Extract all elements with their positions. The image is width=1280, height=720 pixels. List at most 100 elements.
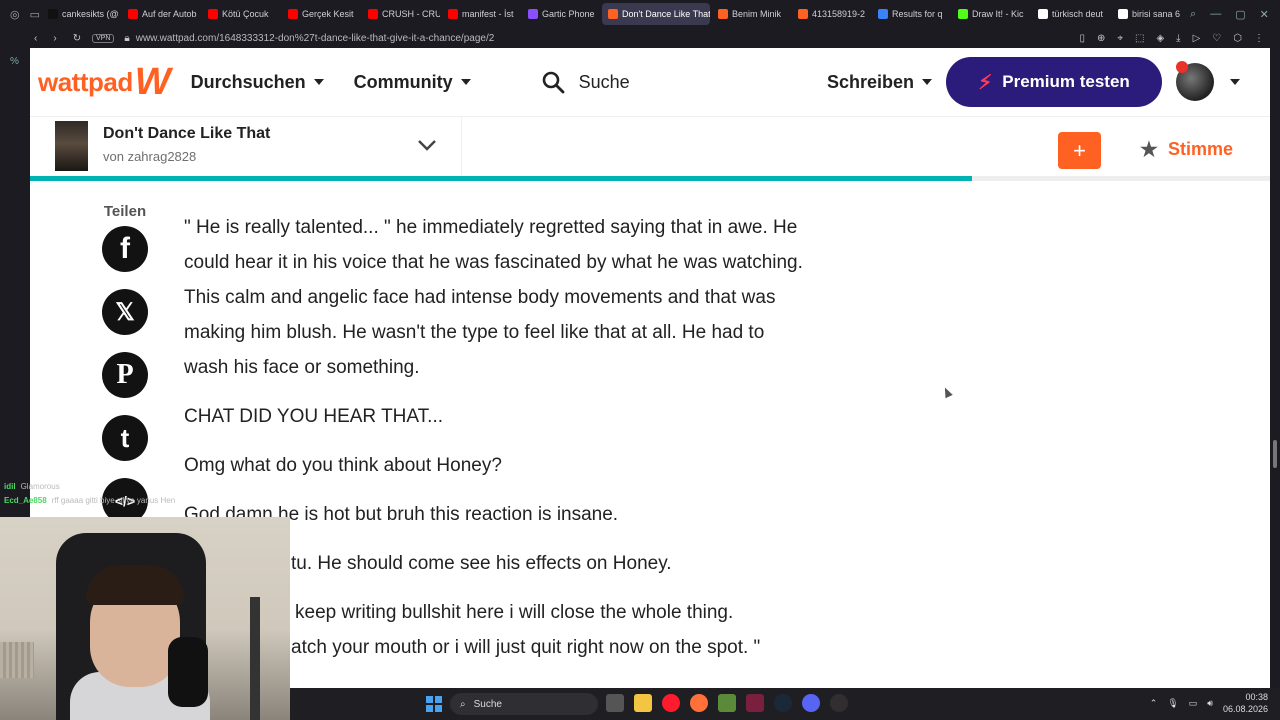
background-stand xyxy=(250,597,260,720)
paragraph: " He is really talented... " he immediat… xyxy=(184,217,803,378)
back-icon[interactable]: ‹ xyxy=(34,33,37,44)
heart-icon[interactable]: ♡ xyxy=(1212,33,1221,44)
pin-icon[interactable]: ⌖ xyxy=(1117,33,1123,44)
start-button[interactable] xyxy=(426,696,442,712)
maximize-icon[interactable]: ▢ xyxy=(1235,8,1245,21)
taskbar-search[interactable]: ⌕ Suche xyxy=(450,693,598,715)
tab-label: türkisch deut xyxy=(1052,9,1104,19)
discord-icon[interactable] xyxy=(802,694,820,712)
browser-menu[interactable]: ◎ ▭ xyxy=(0,8,40,21)
tab-label: manifest - İst xyxy=(462,9,514,19)
browser-tab[interactable]: Benim Minik xyxy=(712,3,790,25)
browse-label: Durchsuchen xyxy=(190,71,306,92)
browser-tab[interactable]: manifest - İst xyxy=(442,3,520,25)
write-label: Schreiben xyxy=(826,71,914,92)
zoom-icon[interactable]: ⊕ xyxy=(1097,33,1105,44)
extensions-icon[interactable]: ⬡ xyxy=(1233,33,1242,44)
clock[interactable]: 00:38 06.08.2026 xyxy=(1223,691,1268,715)
search-field[interactable]: Suche xyxy=(541,70,630,94)
chevron-down-icon xyxy=(1230,79,1240,85)
reading-progress-track xyxy=(30,176,1270,181)
search-tabs-icon[interactable]: ⌕ xyxy=(1190,8,1196,21)
wattpad-header: wattpad W Durchsuchen Community Suche Sc… xyxy=(30,48,1270,116)
browser-tab[interactable]: 413158919-2 xyxy=(792,3,870,25)
tab-favicon-icon xyxy=(1038,9,1049,19)
pinterest-icon[interactable]: P xyxy=(102,352,148,398)
steam-icon[interactable] xyxy=(774,694,792,712)
file-explorer-icon[interactable] xyxy=(634,694,652,712)
browser-tab[interactable]: Draw It! - Kic xyxy=(952,3,1030,25)
app-icon[interactable] xyxy=(746,694,764,712)
scrollbar[interactable] xyxy=(1270,48,1280,688)
browser-tab[interactable]: birisi sana 6 xyxy=(1112,3,1190,25)
tab-favicon-icon xyxy=(128,9,139,19)
tab-favicon-icon xyxy=(1118,9,1129,19)
add-to-library-button[interactable]: + xyxy=(1058,132,1101,169)
nav-buttons: ‹ › ↻ xyxy=(0,33,92,44)
tab-favicon-icon xyxy=(448,9,459,19)
system-tray: ⌃ 🎙︎ ▭ 🔊︎ 00:38 06.08.2026 xyxy=(1150,691,1268,715)
reload-icon[interactable]: ↻ xyxy=(73,33,81,44)
premium-button[interactable]: ⚡︎ Premium testen xyxy=(946,57,1162,107)
obs-icon[interactable] xyxy=(830,694,848,712)
network-icon[interactable]: ▭ xyxy=(1189,698,1198,709)
browser-tab[interactable]: Results for q xyxy=(872,3,950,25)
browser-tab[interactable]: Gerçek Kesit xyxy=(282,3,360,25)
browser-tab[interactable]: Gartic Phone xyxy=(522,3,600,25)
tab-label: Kötü Çocuk xyxy=(222,9,269,19)
browser-tab[interactable]: Kötü Çocuk xyxy=(202,3,280,25)
wattpad-logo[interactable]: wattpad W xyxy=(38,63,171,101)
minecraft-icon[interactable] xyxy=(718,694,736,712)
minimize-icon[interactable]: — xyxy=(1210,8,1221,21)
browser-tab[interactable]: türkisch deut xyxy=(1032,3,1110,25)
tab-label: Gerçek Kesit xyxy=(302,9,354,19)
forward-icon[interactable]: › xyxy=(53,33,56,44)
community-menu[interactable]: Community xyxy=(354,72,471,93)
microphone-icon[interactable]: 🎙︎ xyxy=(1167,698,1178,709)
notification-dot xyxy=(1176,61,1188,73)
play-icon[interactable]: ▷ xyxy=(1193,33,1201,44)
volume-icon[interactable]: 🔊︎ xyxy=(1207,698,1213,709)
url-field[interactable]: www.wattpad.com/1648333312-don%27t-dance… xyxy=(136,33,495,44)
opera-icon[interactable]: ◎ xyxy=(10,8,20,21)
shield-icon[interactable]: ◈ xyxy=(1156,33,1164,44)
streamer-hair xyxy=(86,565,184,605)
vote-button[interactable]: ★ Stimme xyxy=(1140,137,1233,162)
scrollbar-thumb[interactable] xyxy=(1273,440,1277,468)
task-view-icon[interactable] xyxy=(606,694,624,712)
browser-tab[interactable]: cankesikts (@ xyxy=(42,3,120,25)
lock-icon[interactable]: 🔒︎ xyxy=(124,33,129,44)
firefox-icon[interactable] xyxy=(690,694,708,712)
background-heater xyxy=(0,642,34,678)
tab-favicon-icon xyxy=(958,9,969,19)
close-icon[interactable]: ✕ xyxy=(1260,8,1269,21)
x-icon[interactable]: 𝕏 xyxy=(102,289,148,335)
reader-icon[interactable]: ▯ xyxy=(1079,33,1085,44)
vpn-badge[interactable]: VPN xyxy=(92,33,115,43)
tab-favicon-icon xyxy=(718,9,729,19)
opera-icon[interactable] xyxy=(662,694,680,712)
browse-menu[interactable]: Durchsuchen xyxy=(191,72,324,93)
community-label: Community xyxy=(353,71,453,92)
browser-tab[interactable]: CRUSH - CRU xyxy=(362,3,440,25)
snapshot-icon[interactable]: ⬚ xyxy=(1135,33,1144,44)
logo-mark: W xyxy=(134,61,171,103)
browser-tab[interactable]: Don't Dance Like That xyxy=(602,3,711,25)
user-menu[interactable] xyxy=(1176,61,1240,101)
chevron-down-icon[interactable] xyxy=(416,137,438,153)
browser-tab[interactable]: Auf der Autob xyxy=(122,3,200,25)
taskbar: ⌕ Suche ⌃ 🎙︎ ▭ 🔊︎ 00:38 06.08.2026 xyxy=(290,688,1280,720)
sidebar-pin-icon[interactable]: % xyxy=(10,56,30,67)
story-cover[interactable] xyxy=(55,121,88,171)
story-title[interactable]: Don't Dance Like That xyxy=(103,125,270,143)
facebook-icon[interactable]: f xyxy=(102,226,148,272)
tumblr-icon[interactable]: t xyxy=(102,415,148,461)
story-author[interactable]: von zahrag2828 xyxy=(103,149,196,164)
tab-label: Benim Minik xyxy=(732,9,782,19)
tab-list-icon[interactable]: ▭ xyxy=(30,8,40,21)
write-menu[interactable]: Schreiben xyxy=(827,72,932,93)
time: 00:38 xyxy=(1245,692,1268,702)
chevron-up-icon[interactable]: ⌃ xyxy=(1150,698,1158,709)
menu-icon[interactable]: ⋮ xyxy=(1254,33,1264,44)
download-icon[interactable]: ⤓ xyxy=(1176,33,1180,44)
